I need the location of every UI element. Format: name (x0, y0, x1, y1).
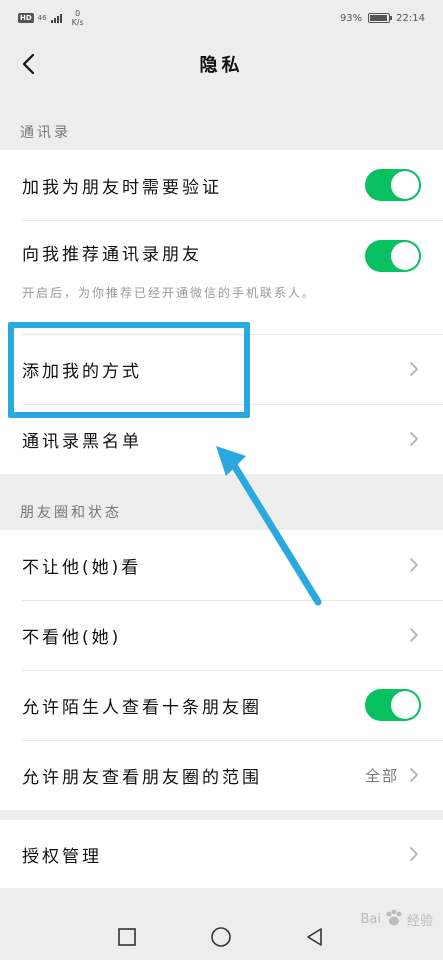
back-nav-button[interactable] (302, 924, 328, 950)
square-icon (118, 928, 136, 946)
pointer-arrow-icon (216, 446, 322, 606)
home-button[interactable] (208, 924, 234, 950)
watermark-text: Bai (360, 911, 381, 927)
paw-icon (386, 909, 402, 926)
watermark: Bai 经验 (360, 908, 433, 930)
triangle-back-icon (307, 928, 322, 946)
watermark-text-2: 经验 (406, 913, 433, 929)
recent-apps-button[interactable] (114, 924, 140, 950)
circle-icon (211, 927, 231, 947)
